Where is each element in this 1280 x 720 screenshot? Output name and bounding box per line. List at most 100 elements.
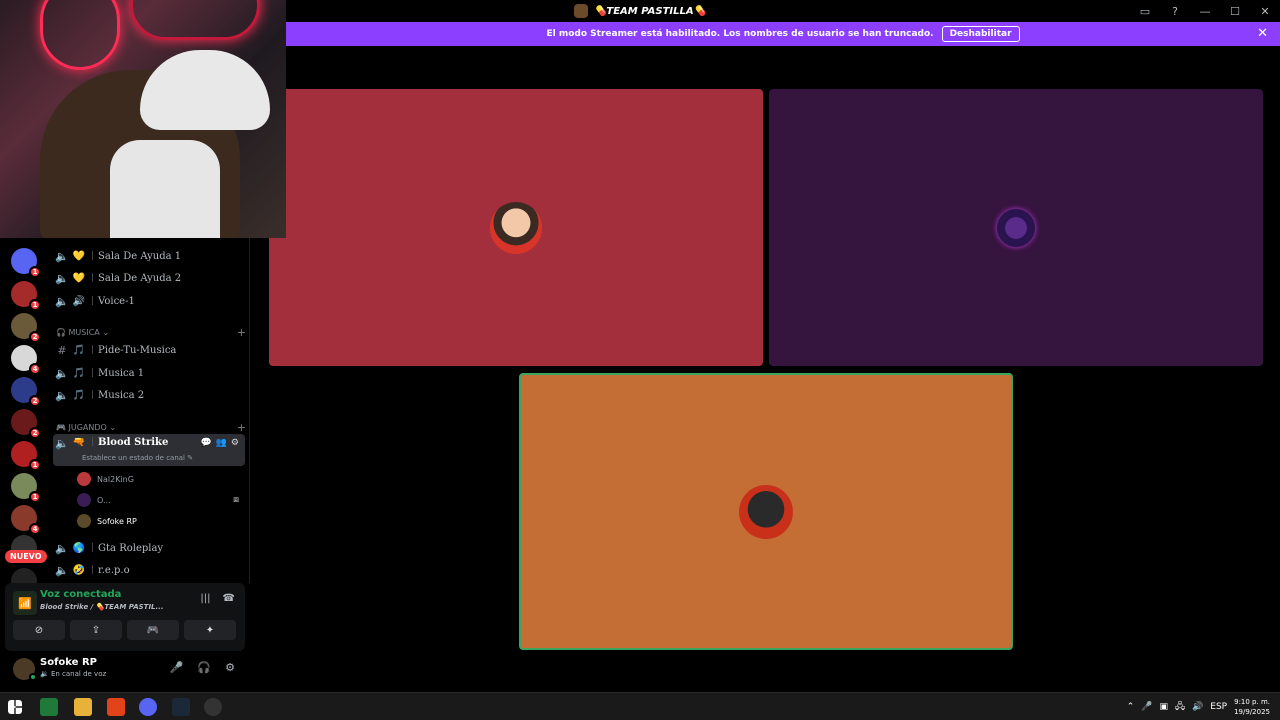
channel-item[interactable]: 🔈 🎵 | Musica 1 [53,362,245,384]
server-icon[interactable]: 2 [11,377,41,407]
server-icon[interactable]: 2 [11,313,41,343]
screen-share-button[interactable]: ⇪ [70,620,122,640]
close-icon[interactable]: ✕ [1257,26,1268,41]
channel-emoji: 🔊 [72,295,86,307]
category-label: MUSICA [68,328,100,337]
gear-icon[interactable]: ⚙ [225,661,235,674]
channel-item[interactable]: 🔈 🔊 | Voice-1 [53,290,245,312]
voice-channel-icon: 🔈 [55,437,69,450]
webcam-overlay [0,0,286,238]
text-channel-icon: # [57,343,67,357]
clock[interactable]: 9:10 p. m. 19/9/2025 [1234,697,1270,717]
voice-connected-label[interactable]: Voz conectada [40,589,121,600]
start-icon[interactable] [8,700,22,714]
voice-channel-icon: 🔈 [55,388,69,402]
chevron-up-icon[interactable]: ⌃ [1127,702,1135,712]
neon-light [130,0,260,40]
member-name: Sofoke RP [97,516,137,526]
badge: 1 [29,266,41,278]
participant-tile-speaking[interactable] [519,373,1013,650]
channel-emoji: 🤣 [72,564,86,576]
user-panel: Sofoke RP 🔉 En canal de voz 🎤 🎧 ⚙ [5,653,245,687]
microphone-icon[interactable]: 🎤 [1141,702,1152,712]
app-tray-icon[interactable]: ▣ [1159,702,1168,712]
avatar [77,472,91,486]
voice-channel-icon: 🔈 [55,563,69,577]
server-icon-discord[interactable]: 1 [11,248,41,278]
soundboard-button[interactable]: ✦ [184,620,236,640]
neon-light [40,0,120,70]
channel-item-active[interactable]: 🔈 🔫 | Blood Strike 💬 👥 ⚙ Establece un es… [53,434,245,466]
separator: | [91,390,95,400]
noise-suppression-icon[interactable]: ||| [200,593,210,604]
channel-item[interactable]: 🔈 💛 | Sala De Ayuda 2 [53,267,245,289]
minimize-button[interactable]: — [1190,0,1220,22]
language-indicator[interactable]: ESP [1210,702,1227,712]
camera-off-button[interactable]: ⊘ [13,620,65,640]
channel-item[interactable]: 🔈 🤣 | r.e.p.o [53,559,245,581]
badge: 2 [29,331,41,343]
channel-emoji: 🌎 [72,542,86,554]
invite-icon[interactable]: 👥 [216,438,227,448]
volume-icon[interactable]: 🔊 [1192,702,1203,712]
channel-item[interactable]: 🔈 💛 | Sala De Ayuda 1 [53,245,245,267]
channel-name: Sala De Ayuda 1 [98,250,182,262]
headphones-icon[interactable]: 🎧 [197,661,211,674]
server-icon[interactable]: 1 [11,281,41,311]
gear-icon[interactable]: ⚙ [231,438,239,448]
category-musica[interactable]: 🎧 MUSICA ⌄ + [56,326,246,339]
voice-channel-icon: 🔈 [55,541,69,555]
user-name[interactable]: Sofoke RP [40,657,97,668]
channel-status[interactable]: Establece un estado de canal ✎ [82,454,193,462]
disconnect-icon[interactable]: ☎ [223,593,235,604]
streamer-shirt [110,140,220,238]
voice-member[interactable]: Sofoke RP [77,511,137,531]
separator: | [91,345,95,355]
terminal-app-icon[interactable] [40,698,58,716]
channel-name: Musica 2 [98,389,145,401]
channel-name: Gta Roleplay [98,542,164,554]
steam-app-icon[interactable] [172,698,190,716]
participant-avatar [739,484,793,539]
disable-streamer-button[interactable]: Deshabilitar [941,26,1020,42]
window-title: 💊TEAM PASTILLA💊 [573,4,706,18]
signal-icon[interactable]: 📶 [13,591,37,615]
channel-name: Voice-1 [98,295,135,307]
activity-button[interactable]: 🎮 [127,620,179,640]
server-icon[interactable]: 1 [11,473,41,503]
voice-location[interactable]: Blood Strike / 💊TEAM PASTIL... [40,603,163,611]
server-icon[interactable]: 1 [11,441,41,471]
voice-member[interactable]: Nal2KinG [77,469,134,489]
server-icon[interactable]: 4 [11,345,41,375]
brave-browser-icon[interactable] [107,698,125,716]
add-channel-icon[interactable]: + [237,421,246,434]
category-jugando[interactable]: 🎮 JUGANDO ⌄ + [56,421,246,434]
participant-tile[interactable] [269,89,763,366]
discord-app-icon[interactable] [139,698,157,716]
channel-item[interactable]: 🔈 🎵 | Musica 2 [53,384,245,406]
server-icon[interactable]: 2 [11,409,41,439]
maximize-button[interactable]: ☐ [1220,0,1250,22]
obs-app-icon[interactable] [204,698,222,716]
network-icon[interactable]: 🖧 [1175,699,1185,715]
microphone-icon[interactable]: 🎤 [170,661,184,674]
close-window-button[interactable]: ✕ [1250,0,1280,22]
inbox-icon[interactable]: ▭ [1130,0,1160,22]
participant-tile[interactable] [769,89,1263,366]
separator: | [91,296,95,306]
pencil-icon: ✎ [187,454,194,462]
voice-member[interactable]: O... ⧈ [77,490,239,510]
clock-date: 19/9/2025 [1234,708,1270,716]
channel-name: Blood Strike [98,437,169,448]
avatar [77,493,91,507]
server-icon[interactable]: 4 [11,505,41,535]
help-icon[interactable]: ? [1160,0,1190,22]
add-channel-icon[interactable]: + [237,326,246,339]
file-explorer-icon[interactable] [74,698,92,716]
channel-status-text: Establece un estado de canal [82,454,186,462]
user-status-text: En canal de voz [50,670,107,678]
chat-icon[interactable]: 💬 [200,438,211,448]
channel-item[interactable]: 🔈 🌎 | Gta Roleplay [53,537,245,559]
channel-item[interactable]: # 🎵 | Pide-Tu-Musica [53,339,245,361]
channel-emoji: 💛 [72,250,86,262]
